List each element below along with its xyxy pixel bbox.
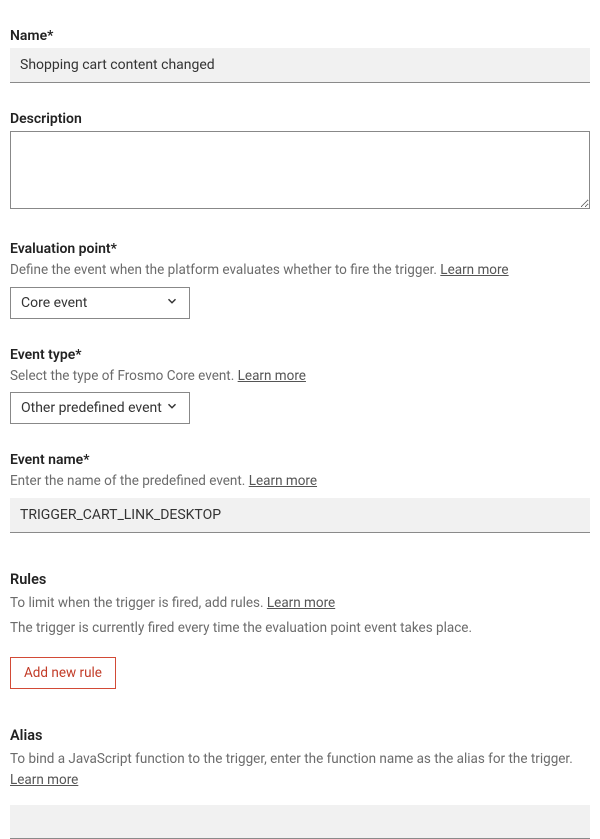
evaluation-point-select-wrap: Core event	[10, 287, 190, 319]
alias-learn-more-link[interactable]: Learn more	[10, 772, 78, 788]
evaluation-point-label: Evaluation point*	[10, 241, 590, 257]
name-label: Name*	[10, 28, 590, 44]
alias-input[interactable]	[10, 805, 590, 839]
event-name-field: Event name* Enter the name of the predef…	[10, 452, 590, 533]
evaluation-point-field: Evaluation point* Define the event when …	[10, 241, 590, 319]
add-new-rule-button[interactable]: Add new rule	[10, 657, 116, 689]
description-label: Description	[10, 111, 590, 127]
alias-heading: Alias	[10, 727, 590, 744]
event-type-select-wrap: Other predefined event	[10, 392, 190, 424]
evaluation-point-help: Define the event when the platform evalu…	[10, 261, 590, 281]
event-type-help: Select the type of Frosmo Core event. Le…	[10, 367, 590, 387]
event-type-learn-more-link[interactable]: Learn more	[238, 368, 306, 384]
description-textarea[interactable]	[10, 131, 590, 209]
rules-heading: Rules	[10, 571, 590, 588]
evaluation-point-select[interactable]: Core event	[11, 288, 189, 318]
description-field: Description	[10, 111, 590, 213]
rules-help-1: To limit when the trigger is fired, add …	[10, 594, 590, 614]
event-type-select[interactable]: Other predefined event	[11, 393, 189, 423]
rules-learn-more-link[interactable]: Learn more	[267, 595, 335, 611]
evaluation-point-learn-more-link[interactable]: Learn more	[440, 262, 508, 278]
event-name-learn-more-link[interactable]: Learn more	[249, 473, 317, 489]
alias-help: To bind a JavaScript function to the tri…	[10, 750, 590, 770]
event-name-help: Enter the name of the predefined event. …	[10, 472, 590, 492]
event-type-field: Event type* Select the type of Frosmo Co…	[10, 347, 590, 425]
event-type-label: Event type*	[10, 347, 590, 363]
name-field: Name*	[10, 28, 590, 83]
name-input[interactable]	[10, 48, 590, 83]
event-name-label: Event name*	[10, 452, 590, 468]
alias-learn-more-row: Learn more	[10, 771, 590, 791]
event-name-input[interactable]	[10, 498, 590, 533]
rules-help-2: The trigger is currently fired every tim…	[10, 619, 590, 639]
